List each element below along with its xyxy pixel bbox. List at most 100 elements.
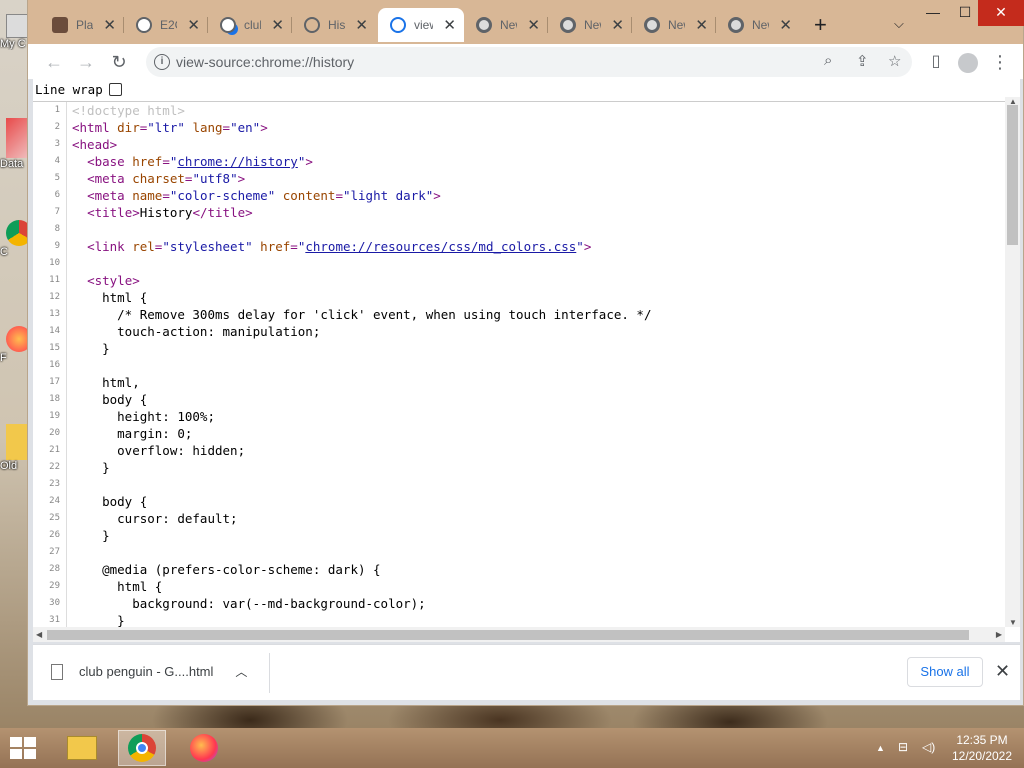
chrome-taskbar-icon[interactable]	[118, 730, 166, 766]
desktop-icon-chrome[interactable]: C	[0, 220, 30, 258]
side-panel-icon[interactable]: ▯	[924, 50, 948, 74]
source-token: >	[237, 171, 246, 186]
tab-new-2[interactable]: New ✕	[548, 8, 632, 42]
line-source: <title>History</title>	[67, 204, 253, 221]
bookmark-star-icon[interactable]: ☆	[888, 52, 901, 70]
line-wrap-toggle[interactable]: Line wrap	[35, 82, 122, 97]
source-token: rel	[132, 239, 155, 254]
source-token: =	[162, 154, 170, 169]
tab-label: E2G	[160, 18, 177, 32]
close-icon[interactable]: ✕	[103, 18, 116, 33]
close-icon[interactable]: ✕	[611, 18, 624, 33]
source-token: html {	[72, 290, 148, 305]
close-icon[interactable]: ✕	[187, 18, 200, 33]
line-number: 16	[33, 357, 67, 374]
chevron-up-icon[interactable]: ︿	[235, 663, 247, 680]
tab-new-4[interactable]: New ✕	[716, 8, 800, 42]
show-all-button[interactable]: Show all	[907, 657, 983, 687]
forward-arrow-icon[interactable]: →	[74, 50, 98, 74]
horizontal-scroll-thumb[interactable]	[47, 630, 969, 640]
line-number: 28	[33, 561, 67, 578]
tab-search-chevron-icon[interactable]: ⌵	[894, 16, 904, 32]
tab-new-3[interactable]: New ✕	[632, 8, 716, 42]
source-token: charset	[132, 171, 185, 186]
url-text[interactable]: view-source:chrome://history	[176, 54, 354, 70]
line-number: 31	[33, 612, 67, 627]
tab-play[interactable]: Play ✕	[40, 8, 124, 42]
source-token: html,	[72, 375, 140, 390]
firefox-taskbar-icon[interactable]	[180, 730, 228, 766]
tab-new-1[interactable]: New ✕	[464, 8, 548, 42]
file-icon	[51, 663, 63, 680]
desktop-icon-label: My C	[0, 38, 26, 50]
source-token: >	[583, 239, 592, 254]
new-tab-plus-icon[interactable]: +	[814, 14, 827, 36]
line-source: margin: 0;	[67, 425, 192, 442]
close-icon[interactable]: ✕	[995, 661, 1010, 682]
reload-icon[interactable]: ↻	[107, 50, 131, 74]
close-window-icon[interactable]: ✕	[978, 0, 1024, 26]
address-bar[interactable]: i view-source:chrome://history ⌕ ⇪ ☆	[146, 47, 912, 77]
info-icon[interactable]: i	[154, 54, 170, 70]
scroll-right-arrow-icon[interactable]: ▶	[996, 630, 1002, 639]
desktop-icon-firefox[interactable]: F	[0, 326, 30, 364]
line-number: 10	[33, 255, 67, 272]
line-number: 12	[33, 289, 67, 306]
close-icon[interactable]: ✕	[527, 18, 540, 33]
scroll-down-arrow-icon[interactable]: ▼	[1009, 618, 1017, 627]
tab-history[interactable]: Hist ✕	[292, 8, 376, 42]
line-source	[67, 255, 72, 272]
line-number: 13	[33, 306, 67, 323]
source-token: =	[335, 188, 343, 203]
back-arrow-icon[interactable]: ←	[42, 50, 66, 74]
menu-kebab-icon[interactable]: ⋮	[988, 50, 1012, 74]
tab-e2g[interactable]: E2G ✕	[124, 8, 208, 42]
tray-chevron-up-icon[interactable]: ▲	[876, 743, 885, 753]
desktop-icon-my-computer[interactable]: My C	[0, 14, 30, 50]
line-source: html,	[67, 374, 140, 391]
close-icon[interactable]: ✕	[355, 18, 368, 33]
download-item[interactable]: club penguin - G....html ︿	[51, 663, 247, 680]
history-icon	[390, 17, 406, 33]
profile-avatar-icon[interactable]	[956, 50, 980, 74]
photo-favicon-icon	[52, 17, 68, 33]
desktop-icon-data[interactable]: Data	[0, 118, 30, 170]
source-token: </title>	[192, 205, 253, 220]
line-number: 22	[33, 459, 67, 476]
scroll-left-arrow-icon[interactable]: ◀	[36, 630, 42, 639]
source-line: 21 overflow: hidden;	[33, 442, 1005, 459]
source-line: 17 html,	[33, 374, 1005, 391]
source-line: 15 }	[33, 340, 1005, 357]
vertical-scrollbar[interactable]: ▲ ▼	[1005, 97, 1020, 627]
line-wrap-checkbox[interactable]	[108, 83, 122, 96]
source-line: 2 <html dir="ltr" lang="en">	[33, 119, 1005, 136]
close-icon[interactable]: ✕	[271, 18, 284, 33]
line-source: <link rel="stylesheet" href="chrome://re…	[67, 238, 591, 255]
close-icon[interactable]: ✕	[443, 18, 456, 33]
volume-icon[interactable]: ◁)	[922, 740, 935, 754]
tab-view-source[interactable]: view ✕	[378, 8, 464, 42]
close-icon[interactable]: ✕	[695, 18, 708, 33]
source-token	[72, 171, 87, 186]
tab-club[interactable]: club ✕	[208, 8, 292, 42]
zoom-icon[interactable]: ⌕	[824, 52, 832, 69]
line-number: 18	[33, 391, 67, 408]
source-line: 26 }	[33, 527, 1005, 544]
file-explorer-taskbar-icon[interactable]	[58, 730, 106, 766]
line-number: 5	[33, 170, 67, 187]
desktop-icon-old-folder[interactable]: Old	[0, 424, 30, 472]
system-clock[interactable]: 12:35 PM 12/20/2022	[950, 732, 1014, 764]
download-filename[interactable]: club penguin - G....html	[79, 664, 213, 679]
network-icon[interactable]: ⊟	[898, 740, 908, 754]
source-link[interactable]: chrome://history	[177, 154, 297, 169]
horizontal-scrollbar[interactable]: ◀ ▶	[33, 627, 1005, 642]
source-token: /* Remove 300ms delay for 'click' event,…	[72, 307, 652, 322]
share-icon[interactable]: ⇪	[856, 52, 869, 70]
vertical-scroll-thumb[interactable]	[1007, 105, 1018, 245]
source-line: 8	[33, 221, 1005, 238]
close-icon[interactable]: ✕	[779, 18, 792, 33]
source-token	[72, 239, 87, 254]
start-button[interactable]	[10, 737, 38, 759]
source-link[interactable]: chrome://resources/css/md_colors.css	[305, 239, 576, 254]
line-number: 11	[33, 272, 67, 289]
